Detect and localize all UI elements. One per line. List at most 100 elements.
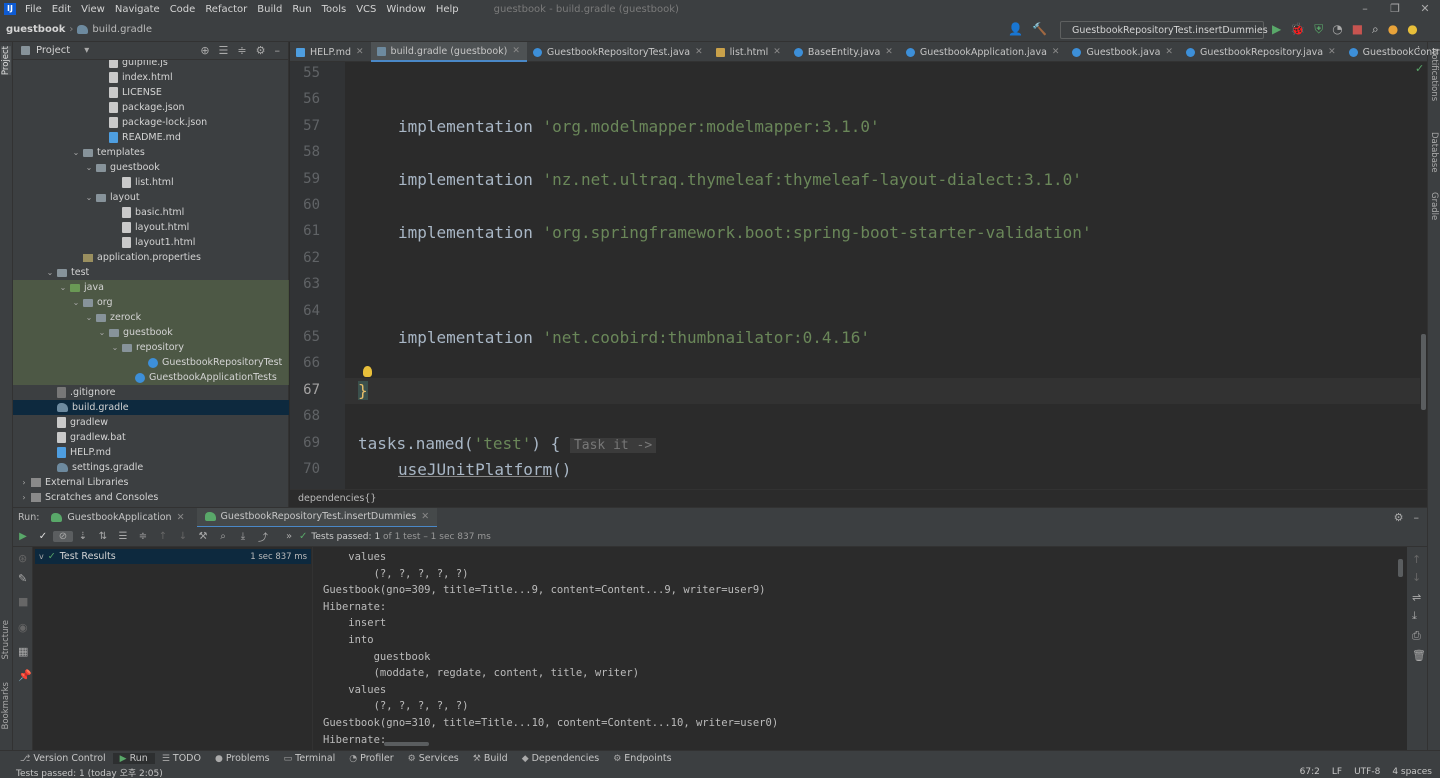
tree-item[interactable]: layout1.html xyxy=(13,235,289,250)
menu-navigate[interactable]: Navigate xyxy=(110,4,165,15)
project-tool-tab[interactable]: Project xyxy=(1,46,11,76)
editor-tab[interactable]: HELP.md ✕ xyxy=(290,42,371,62)
print-icon[interactable]: ⎙ xyxy=(1412,629,1421,643)
tree-item[interactable]: ⌄ java xyxy=(13,280,289,295)
tree-item[interactable]: gradlew xyxy=(13,415,289,430)
tree-item[interactable]: GuestbookApplicationTests xyxy=(13,370,289,385)
bookmarks-tool-tab[interactable]: Bookmarks xyxy=(1,682,11,730)
down-icon[interactable]: ↓ xyxy=(1412,571,1421,584)
up-icon[interactable]: ↑ xyxy=(1412,553,1421,566)
tree-item[interactable]: index.html xyxy=(13,70,289,85)
collapse-all-icon[interactable]: ≑ xyxy=(237,44,246,57)
more-icon[interactable]: » xyxy=(279,531,299,542)
menu-tools[interactable]: Tools xyxy=(317,4,352,15)
file-encoding[interactable]: UTF-8 xyxy=(1354,767,1380,777)
layout-icon[interactable]: ▦ xyxy=(18,645,28,658)
trash-icon[interactable]: 🗑 xyxy=(1412,649,1426,662)
chevron-right-icon[interactable]: › xyxy=(19,478,29,487)
chevron-right-icon[interactable]: › xyxy=(19,493,29,502)
tool-window-tab[interactable]: ▶ Run xyxy=(112,753,155,764)
tree-item[interactable]: LICENSE xyxy=(13,85,289,100)
editor-tab[interactable]: BaseEntity.java ✕ xyxy=(788,42,900,62)
settings-icon[interactable]: ● xyxy=(1407,22,1417,37)
wrench-icon[interactable]: ✎ xyxy=(18,572,27,585)
close-icon[interactable]: ✕ xyxy=(1328,47,1336,57)
chevron-down-icon[interactable]: v xyxy=(39,552,44,561)
chevron-down-icon[interactable]: ⌄ xyxy=(84,193,94,202)
tool-window-tab[interactable]: ▭ Terminal xyxy=(277,753,343,764)
status-message[interactable]: Tests passed: 1 (today 오후 2:05) xyxy=(16,766,163,778)
stop-icon[interactable]: ■ xyxy=(18,595,28,608)
menu-edit[interactable]: Edit xyxy=(47,4,76,15)
tree-item[interactable]: .gitignore xyxy=(13,385,289,400)
show-ignored-icon[interactable]: ⊘ xyxy=(53,531,73,542)
locate-icon[interactable]: ⊕ xyxy=(200,44,209,57)
scrollbar-thumb[interactable] xyxy=(1421,334,1426,410)
editor-tab[interactable]: GuestbookRepository.java ✕ xyxy=(1180,42,1343,62)
run-config-select[interactable]: GuestbookRepositoryTest.insertDummies ▾ xyxy=(1060,21,1277,39)
chevron-down-icon[interactable]: ⌄ xyxy=(45,268,55,277)
snapshot-icon[interactable]: ⊛ xyxy=(18,552,27,565)
breadcrumb-file[interactable]: build.gradle xyxy=(77,24,152,35)
show-passed-icon[interactable]: ✓ xyxy=(33,531,53,542)
gear-icon[interactable]: ⚙ xyxy=(1394,511,1404,524)
chevron-down-icon[interactable]: ⌄ xyxy=(97,328,107,337)
search-icon[interactable]: ⌕ xyxy=(1372,22,1379,37)
tree-item[interactable]: package.json xyxy=(13,100,289,115)
tool-window-tab[interactable]: ☰ TODO xyxy=(155,753,208,764)
tree-item[interactable]: ⌄ zerock xyxy=(13,310,289,325)
close-icon[interactable]: ✕ xyxy=(421,511,429,522)
tool-window-tab[interactable]: ⚒ Build xyxy=(466,753,515,764)
tree-item[interactable]: ⌄ layout xyxy=(13,190,289,205)
menu-code[interactable]: Code xyxy=(165,4,201,15)
scroll-to-end-icon[interactable]: ⤓ xyxy=(1412,609,1417,623)
tool-window-tab[interactable]: ⎇ Version Control xyxy=(0,753,113,764)
caret-position[interactable]: 67:2 xyxy=(1300,767,1320,777)
chevron-down-icon[interactable]: ⌄ xyxy=(84,163,94,172)
coverage-icon[interactable]: ⛨ xyxy=(1314,22,1323,37)
tree-item[interactable]: settings.gradle xyxy=(13,460,289,475)
run-tab-application[interactable]: GuestbookApplication ✕ xyxy=(43,508,192,528)
expand-all-icon[interactable]: ☰ xyxy=(113,531,133,542)
console-output[interactable]: values (?, ?, ?, ?, ?) Guestbook(gno=309,… xyxy=(314,547,1407,750)
tree-item[interactable]: list.html xyxy=(13,175,289,190)
tree-item[interactable]: ⌄ repository xyxy=(13,340,289,355)
breadcrumb-project[interactable]: guestbook xyxy=(0,24,65,35)
tree-item[interactable]: layout.html xyxy=(13,220,289,235)
profile-icon[interactable]: ◔ xyxy=(1332,22,1342,37)
tree-item[interactable]: HELP.md xyxy=(13,445,289,460)
chevron-down-icon[interactable]: ⌄ xyxy=(110,343,120,352)
tree-item[interactable]: package-lock.json xyxy=(13,115,289,130)
tree-item[interactable]: › External Libraries xyxy=(13,475,289,490)
close-icon[interactable]: ✕ xyxy=(512,46,520,56)
gear-icon[interactable]: ⚙ xyxy=(256,44,266,57)
export-icon[interactable]: ⤴ xyxy=(253,529,273,544)
tool-window-tab[interactable]: ◔ Profiler xyxy=(342,753,400,764)
close-icon[interactable]: ✕ xyxy=(773,47,781,57)
tool-window-tab[interactable]: ⚙ Services xyxy=(401,753,466,764)
structure-tool-tab[interactable]: Structure xyxy=(1,620,11,660)
editor-scrollbar[interactable] xyxy=(1420,62,1427,489)
close-icon[interactable]: ✕ xyxy=(885,47,893,57)
tree-item[interactable]: ⌄ test xyxy=(13,265,289,280)
menu-view[interactable]: View xyxy=(76,4,110,15)
tree-item[interactable]: GuestbookRepositoryTest xyxy=(13,355,289,370)
close-icon[interactable]: ✕ xyxy=(1165,47,1173,57)
hide-icon[interactable]: – xyxy=(275,44,281,57)
import-icon[interactable]: ⤓ xyxy=(233,531,253,542)
pin-icon[interactable]: 📌 xyxy=(18,669,32,682)
close-icon[interactable]: ✕ xyxy=(695,47,703,57)
minimize-icon[interactable]: – xyxy=(1350,0,1380,18)
run-tab-test[interactable]: GuestbookRepositoryTest.insertDummies ✕ xyxy=(196,507,438,528)
tree-item[interactable]: gradlew.bat xyxy=(13,430,289,445)
close-icon[interactable]: ✕ xyxy=(1052,47,1060,57)
tree-item[interactable]: ⌄ org xyxy=(13,295,289,310)
soft-wrap-icon[interactable]: ⇌ xyxy=(1412,591,1421,604)
editor-tab[interactable]: list.html ✕ xyxy=(710,42,788,62)
menu-run[interactable]: Run xyxy=(287,4,316,15)
tool-window-tab[interactable]: ● Problems xyxy=(208,753,277,764)
code-breadcrumb[interactable]: dependencies{} xyxy=(290,489,1427,507)
tree-item[interactable]: README.md xyxy=(13,130,289,145)
sort-alpha-icon[interactable]: ⇣ xyxy=(73,531,93,542)
console-vscroll-thumb[interactable] xyxy=(1398,559,1403,577)
